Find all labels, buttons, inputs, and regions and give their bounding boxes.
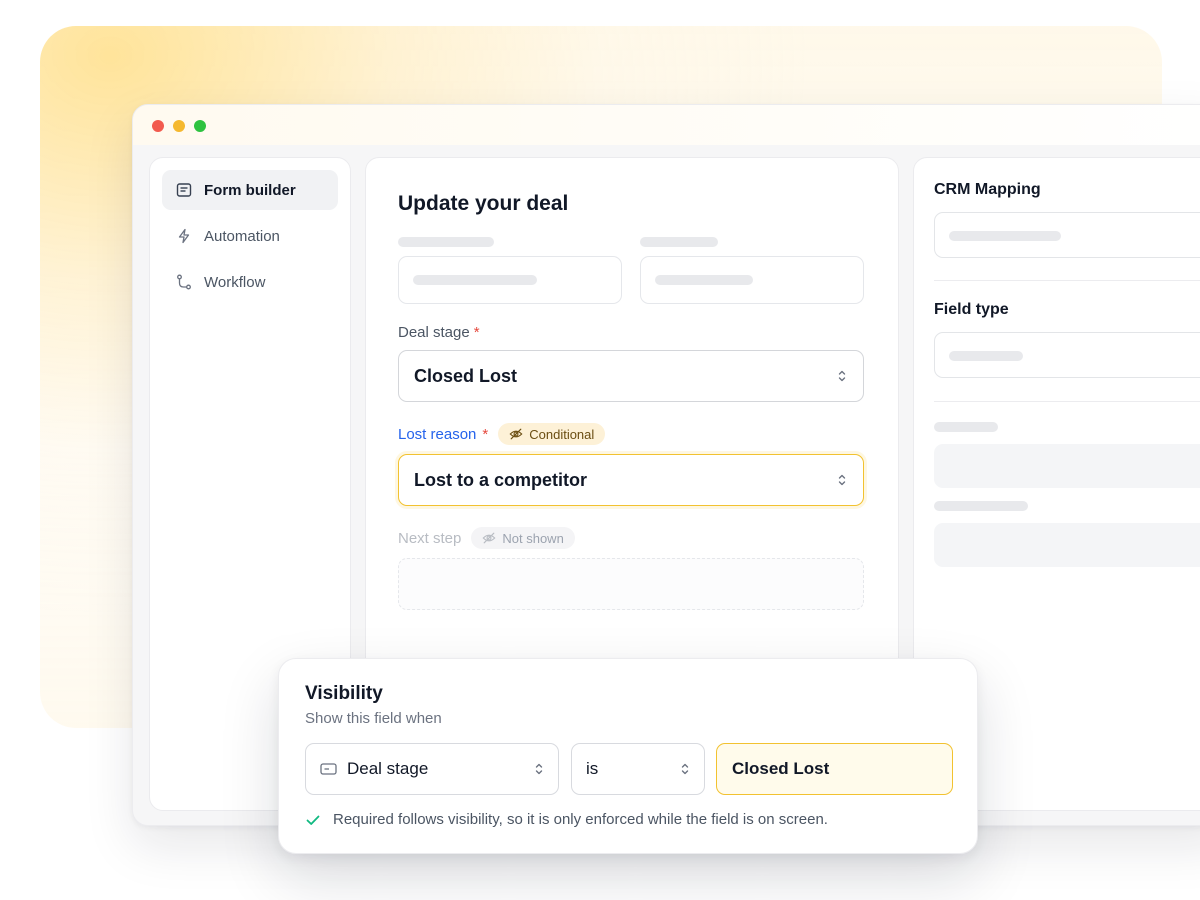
condition-operator-select[interactable]: is bbox=[571, 743, 705, 795]
not-shown-badge-text: Not shown bbox=[502, 530, 564, 546]
lost-reason-select[interactable]: Lost to a competitor bbox=[398, 454, 864, 506]
visibility-note-text: Required follows visibility, so it is on… bbox=[333, 811, 828, 828]
placeholder-field bbox=[398, 256, 622, 304]
crm-mapping-input[interactable] bbox=[934, 212, 1200, 258]
next-step-field-hidden bbox=[398, 558, 864, 610]
skeleton-label bbox=[934, 422, 998, 432]
required-mark: * bbox=[473, 324, 480, 341]
close-window-button[interactable] bbox=[152, 120, 164, 132]
divider bbox=[934, 280, 1200, 281]
sidebar-item-workflow[interactable]: Workflow bbox=[162, 262, 338, 302]
maximize-window-button[interactable] bbox=[194, 120, 206, 132]
sidebar-item-label: Form builder bbox=[204, 181, 296, 199]
skeleton-line bbox=[413, 275, 537, 285]
skeleton-label bbox=[398, 237, 494, 247]
sidebar-item-automation[interactable]: Automation bbox=[162, 216, 338, 256]
required-mark: * bbox=[482, 425, 489, 443]
condition-field-value: Deal stage bbox=[347, 759, 429, 778]
title-bar bbox=[133, 105, 1200, 145]
form-icon bbox=[176, 183, 192, 197]
chevron-up-down-icon bbox=[681, 763, 689, 775]
deal-stage-select[interactable]: Closed Lost bbox=[398, 350, 864, 402]
sidebar-item-label: Automation bbox=[204, 227, 280, 245]
next-step-label-text: Next step bbox=[398, 529, 462, 547]
deal-stage-label-text: Deal stage bbox=[398, 324, 470, 341]
minimize-window-button[interactable] bbox=[173, 120, 185, 132]
next-step-label: Next step Not shown bbox=[398, 527, 575, 549]
field-icon bbox=[320, 763, 337, 775]
check-icon bbox=[306, 815, 320, 825]
chevron-up-down-icon bbox=[838, 370, 846, 382]
field-type-title: Field type bbox=[934, 301, 1009, 318]
conditional-badge-text: Conditional bbox=[529, 426, 595, 442]
visibility-card: Visibility Show this field when Deal sta… bbox=[278, 658, 978, 854]
skeleton-label bbox=[640, 237, 718, 247]
conditional-badge: Conditional bbox=[498, 423, 606, 445]
skeleton-line bbox=[655, 275, 753, 285]
chevron-up-down-icon bbox=[535, 763, 543, 775]
deal-stage-value: Closed Lost bbox=[414, 365, 518, 386]
form-title: Update your deal bbox=[398, 192, 569, 215]
placeholder-block bbox=[934, 444, 1200, 488]
condition-field-select[interactable]: Deal stage bbox=[305, 743, 559, 795]
chevron-up-down-icon bbox=[838, 474, 846, 486]
placeholder-field bbox=[640, 256, 864, 304]
skeleton-line bbox=[949, 351, 1023, 361]
placeholder-block bbox=[934, 523, 1200, 567]
field-type-input[interactable] bbox=[934, 332, 1200, 378]
divider bbox=[934, 401, 1200, 402]
visibility-title: Visibility bbox=[305, 683, 383, 704]
lightning-icon bbox=[178, 228, 190, 244]
sidebar-item-form-builder[interactable]: Form builder bbox=[162, 170, 338, 210]
sidebar-item-label: Workflow bbox=[204, 273, 266, 291]
condition-value-text: Closed Lost bbox=[732, 759, 830, 778]
not-shown-badge: Not shown bbox=[471, 527, 575, 549]
lost-reason-label: Lost reason * Conditional bbox=[398, 423, 606, 445]
lost-reason-value: Lost to a competitor bbox=[414, 469, 588, 490]
lost-reason-label-text: Lost reason bbox=[398, 425, 477, 443]
skeleton-line bbox=[949, 231, 1061, 241]
deal-stage-label: Deal stage * bbox=[398, 324, 480, 341]
eye-off-icon bbox=[482, 532, 496, 544]
visibility-subtitle: Show this field when bbox=[305, 710, 442, 727]
crm-mapping-title: CRM Mapping bbox=[934, 181, 1041, 198]
condition-value-field[interactable]: Closed Lost bbox=[716, 743, 953, 795]
skeleton-label bbox=[934, 501, 1028, 511]
workflow-icon bbox=[177, 274, 191, 290]
eye-off-icon bbox=[509, 428, 523, 440]
visibility-note: Required follows visibility, so it is on… bbox=[305, 811, 828, 828]
condition-operator-value: is bbox=[586, 759, 599, 778]
